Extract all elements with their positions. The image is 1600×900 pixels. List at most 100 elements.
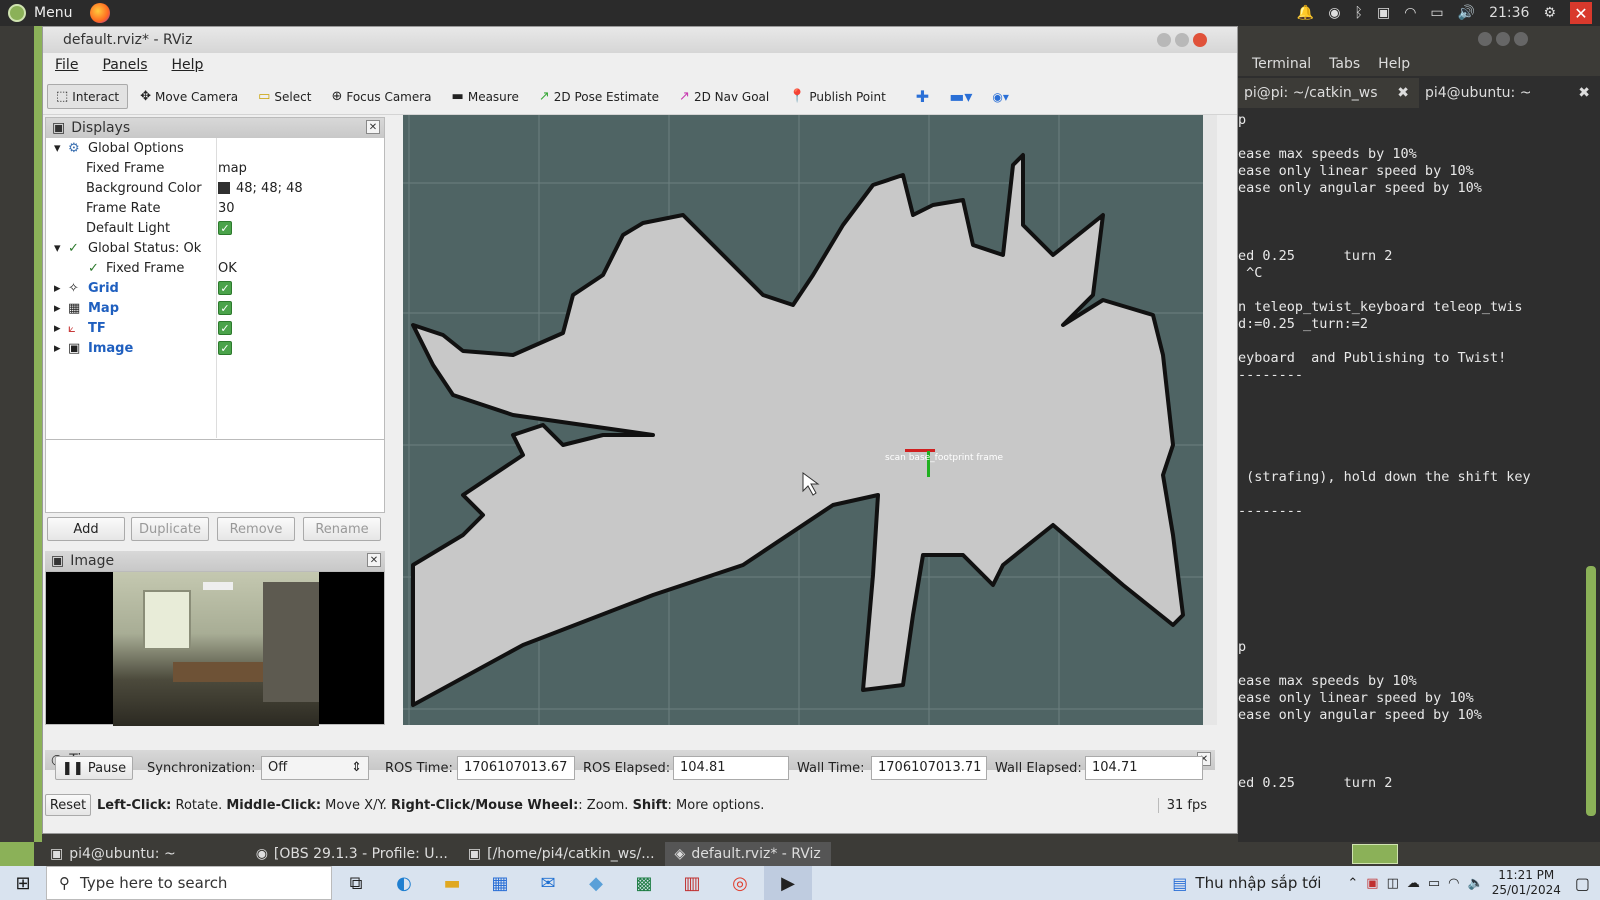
expand-arrow-icon[interactable]: ▸ xyxy=(54,281,61,296)
tool-measure[interactable]: ▬ Measure xyxy=(444,85,527,108)
bell-icon[interactable]: 🔔 xyxy=(1297,5,1314,21)
tree-value[interactable]: 30 xyxy=(218,201,235,216)
clock[interactable]: 21:36 xyxy=(1489,5,1529,21)
minimize-button[interactable] xyxy=(1157,33,1171,47)
view-options-button[interactable]: ◉▾ xyxy=(984,86,1017,108)
close-icon[interactable]: ✕ xyxy=(366,120,380,134)
window-titlebar[interactable]: default.rviz* - RViz xyxy=(43,27,1237,53)
file-explorer-icon[interactable]: ▬ xyxy=(428,866,476,900)
rename-button[interactable]: Rename xyxy=(303,517,381,541)
workspace-switcher[interactable] xyxy=(1352,844,1398,864)
view-splitter[interactable] xyxy=(1203,115,1217,725)
news-icon[interactable]: ▤ xyxy=(1172,874,1187,893)
tool-select[interactable]: ▭ Select xyxy=(250,85,319,108)
task-obs[interactable]: ◉ [OBS 29.1.3 - Profile: U... xyxy=(246,842,458,866)
checkbox[interactable]: ✓ xyxy=(218,321,232,335)
show-desktop-button[interactable] xyxy=(0,842,34,866)
duplicate-button[interactable]: Duplicate xyxy=(131,517,209,541)
expand-arrow-icon[interactable]: ▸ xyxy=(54,321,61,336)
clock[interactable]: 11:21 PM 25/01/2024 xyxy=(1492,868,1561,898)
sync-select[interactable]: Off ⇕ xyxy=(261,756,369,780)
camera-icon[interactable]: ◫ xyxy=(1387,876,1399,891)
menu-tabs[interactable]: Tabs xyxy=(1329,56,1360,72)
excel-icon[interactable]: ▩ xyxy=(620,866,668,900)
pause-button[interactable]: ❚❚ Pause xyxy=(55,756,133,780)
close-icon[interactable]: ✖ xyxy=(1578,85,1590,101)
tree-map[interactable]: ▸ ▦ Map ✓ xyxy=(46,298,384,318)
menu-panels[interactable]: Panels xyxy=(90,57,159,73)
task-view-icon[interactable]: ⧉ xyxy=(332,866,380,900)
tool-move-camera[interactable]: ✥ Move Camera xyxy=(132,85,246,108)
scrollbar-thumb[interactable] xyxy=(1586,566,1596,816)
tree-fixed-frame-status[interactable]: ✓ Fixed Frame OK xyxy=(46,258,384,278)
tree-tf[interactable]: ▸ ⟀ TF ✓ xyxy=(46,318,384,338)
media-player-icon[interactable]: ▶ xyxy=(764,866,812,900)
terminal-output[interactable]: p ease max speeds by 10% ease only linear… xyxy=(1238,112,1583,812)
search-box[interactable]: ⚲ Type here to search xyxy=(46,866,332,900)
checkbox[interactable]: ✓ xyxy=(218,341,232,355)
remove-tool-button[interactable]: ▬▾ xyxy=(941,83,980,110)
add-tool-button[interactable]: ✚ xyxy=(908,83,937,110)
tree-global-status[interactable]: ▾ ✓ Global Status: Ok xyxy=(46,238,384,258)
wifi-icon[interactable]: ◠ xyxy=(1448,876,1459,891)
maximize-button[interactable] xyxy=(1496,32,1510,46)
ros-time-field[interactable]: 1706107013.67 xyxy=(457,756,575,780)
maximize-button[interactable] xyxy=(1175,33,1189,47)
chevron-up-icon[interactable]: ⌃ xyxy=(1347,876,1358,891)
volume-icon[interactable]: 🔊 xyxy=(1458,5,1475,21)
checkbox[interactable]: ✓ xyxy=(218,301,232,315)
chrome-icon[interactable]: ◎ xyxy=(716,866,764,900)
tool-interact[interactable]: ⬚ Interact xyxy=(47,84,129,109)
battery-icon[interactable]: ▭ xyxy=(1430,5,1443,21)
tree-fixed-frame[interactable]: Fixed Frame map xyxy=(46,158,384,178)
tool-2d-pose-estimate[interactable]: ↗ 2D Pose Estimate xyxy=(531,85,667,108)
news-label[interactable]: Thu nhập sắp tới xyxy=(1195,874,1321,892)
color-swatch[interactable]: 48; 48; 48 xyxy=(218,181,303,196)
close-button[interactable] xyxy=(1514,32,1528,46)
expand-arrow-icon[interactable]: ▾ xyxy=(54,141,61,156)
store-icon[interactable]: ▦ xyxy=(476,866,524,900)
close-icon[interactable]: ✕ xyxy=(1570,2,1592,24)
ros-elapsed-field[interactable]: 104.81 xyxy=(673,756,789,780)
tool-2d-nav-goal[interactable]: ↗ 2D Nav Goal xyxy=(671,85,777,108)
reset-button[interactable]: Reset xyxy=(45,794,91,816)
task-terminal[interactable]: ▣ pi4@ubuntu: ~ xyxy=(40,842,186,866)
notification-icon[interactable]: ▢ xyxy=(1575,874,1590,893)
tree-frame-rate[interactable]: Frame Rate 30 xyxy=(46,198,384,218)
close-button[interactable] xyxy=(1193,33,1207,47)
wall-time-field[interactable]: 1706107013.71 xyxy=(871,756,987,780)
terminal-titlebar[interactable] xyxy=(1238,26,1600,52)
menu-help[interactable]: Help xyxy=(1378,56,1410,72)
bluetooth-icon[interactable]: ᛒ xyxy=(1355,5,1363,21)
expand-arrow-icon[interactable]: ▸ xyxy=(54,301,61,316)
task-folder[interactable]: ▣ [/home/pi4/catkin_ws/... xyxy=(458,842,665,866)
tree-grid[interactable]: ▸ ✧ Grid ✓ xyxy=(46,278,384,298)
menu-button[interactable]: Menu xyxy=(0,3,111,23)
close-icon[interactable]: ✕ xyxy=(367,553,381,567)
add-button[interactable]: Add xyxy=(47,517,125,541)
wall-elapsed-field[interactable]: 104.71 xyxy=(1085,756,1203,780)
windows-start-button[interactable]: ⊞ xyxy=(0,866,46,900)
app-icon[interactable]: ◆ xyxy=(572,866,620,900)
tree-background-color[interactable]: Background Color 48; 48; 48 xyxy=(46,178,384,198)
wifi-icon[interactable]: ◠ xyxy=(1404,5,1416,21)
menu-help[interactable]: Help xyxy=(160,57,216,73)
expand-arrow-icon[interactable]: ▸ xyxy=(54,341,61,356)
edge-icon[interactable]: ◐ xyxy=(380,866,428,900)
remove-button[interactable]: Remove xyxy=(217,517,295,541)
mail-icon[interactable]: ✉ xyxy=(524,866,572,900)
tree-global-options[interactable]: ▾ ⚙ Global Options xyxy=(46,138,384,158)
nvidia-icon[interactable]: ▣ xyxy=(1377,5,1390,21)
obs-icon[interactable]: ◉ xyxy=(1328,5,1340,21)
tool-publish-point[interactable]: 📍 Publish Point xyxy=(781,85,894,108)
tree-value[interactable]: map xyxy=(218,161,247,176)
menu-terminal[interactable]: Terminal xyxy=(1252,56,1311,72)
checkbox[interactable]: ✓ xyxy=(218,221,232,235)
volume-icon[interactable]: 🔈 xyxy=(1468,876,1484,891)
tab-pi4-ubuntu[interactable]: pi4@ubuntu: ~ ✖ xyxy=(1419,78,1600,108)
checkbox[interactable]: ✓ xyxy=(218,281,232,295)
cloud-icon[interactable]: ☁ xyxy=(1407,876,1420,891)
tool-focus-camera[interactable]: ⊕ Focus Camera xyxy=(323,85,439,108)
minimize-button[interactable] xyxy=(1478,32,1492,46)
gear-icon[interactable]: ⚙ xyxy=(1543,5,1556,21)
